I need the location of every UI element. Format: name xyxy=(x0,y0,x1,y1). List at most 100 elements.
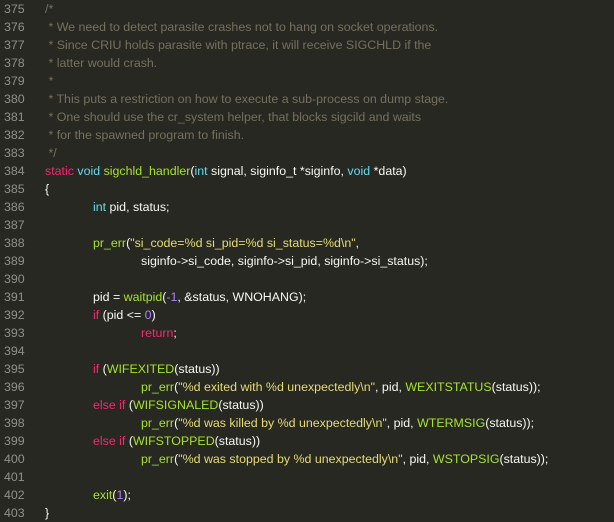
code-line[interactable]: 389 siginfo->si_code, siginfo->si_pid, si… xyxy=(0,252,614,270)
code-line[interactable]: 387 xyxy=(0,216,614,234)
line-code: pr_err("%d was stopped by %d unexpectedl… xyxy=(141,450,548,468)
code-editor[interactable]: 375 /* 376 * We need to detect parasite cr… xyxy=(0,0,614,522)
line-number: 397 xyxy=(4,398,25,412)
line-number: 392 xyxy=(4,308,25,322)
code-line[interactable]: 380 * This puts a restriction on how to … xyxy=(0,90,614,108)
code-line[interactable]: 399 else if (WIFSTOPPED(status)) xyxy=(0,432,614,450)
code-line[interactable]: 379 * xyxy=(0,72,614,90)
code-line[interactable]: 383 */ xyxy=(0,144,614,162)
code-token: *data) xyxy=(373,164,407,178)
code-line[interactable]: 391 pid = waitpid(-1, &status, WNOHANG); xyxy=(0,288,614,306)
code-token: else if xyxy=(93,434,129,448)
code-token: * xyxy=(45,74,54,88)
code-token: if xyxy=(93,308,103,322)
code-line[interactable]: 392 if (pid <= 0) xyxy=(0,306,614,324)
line-code: * Since CRIU holds parasite with ptrace,… xyxy=(45,36,431,54)
code-line[interactable]: 396 pr_err("%d exited with %d unexpectedl… xyxy=(0,378,614,396)
code-token: (status)) xyxy=(214,434,261,448)
line-number: 401 xyxy=(4,470,25,484)
code-token: pid = xyxy=(93,290,124,304)
code-line[interactable]: 378 * latter would crash. xyxy=(0,54,614,72)
line-number: 387 xyxy=(4,218,25,232)
line-code: siginfo->si_code, siginfo->si_pid, sigin… xyxy=(141,252,428,270)
code-token: WIFSIGNALED xyxy=(132,398,219,412)
code-line[interactable]: 395 if (WIFEXITED(status)) xyxy=(0,360,614,378)
line-number: 386 xyxy=(4,200,25,214)
line-number: 391 xyxy=(4,290,25,304)
code-line[interactable]: 398 pr_err("%d was killed by %d unexpecte… xyxy=(0,414,614,432)
line-number: 388 xyxy=(4,236,25,250)
line-code: * One should use the cr_system helper, t… xyxy=(45,108,421,126)
code-token: WIFSTOPPED xyxy=(132,434,215,448)
line-number: 390 xyxy=(4,272,25,286)
code-line[interactable]: 390 xyxy=(0,270,614,288)
code-line[interactable]: 400 pr_err("%d was stopped by %d unexpect… xyxy=(0,450,614,468)
code-line[interactable]: 386 int pid, status; xyxy=(0,198,614,216)
code-token: * We need to detect parasite crashes not… xyxy=(45,20,439,34)
code-token: "%d exited with %d unexpectedly\n" xyxy=(178,380,376,394)
code-token: * This puts a restriction on how to exec… xyxy=(45,92,449,106)
code-token: * Since CRIU holds parasite with ptrace,… xyxy=(45,38,432,52)
code-token: ) xyxy=(151,308,156,322)
line-number: 394 xyxy=(4,344,25,358)
code-token: WTERMSIG xyxy=(417,416,486,430)
line-code: else if (WIFSIGNALED(status)) xyxy=(93,396,264,414)
line-code: /* xyxy=(45,0,53,18)
code-line[interactable]: 401 xyxy=(0,468,614,486)
code-token: , pid, xyxy=(386,416,418,430)
code-line[interactable]: 393 return; xyxy=(0,324,614,342)
line-code: pr_err("%d exited with %d unexpectedly\n… xyxy=(141,378,541,396)
code-token: (status)); xyxy=(491,380,541,394)
line-number: 382 xyxy=(4,128,25,142)
line-code: * We need to detect parasite crashes not… xyxy=(45,18,438,36)
line-number: 383 xyxy=(4,146,25,160)
code-line[interactable]: 375 /* xyxy=(0,0,614,18)
code-line[interactable]: 376 * We need to detect parasite crashes… xyxy=(0,18,614,36)
code-token: , xyxy=(355,236,360,250)
code-line[interactable]: 388 pr_err("si_code=%d si_pid=%d si_statu… xyxy=(0,234,614,252)
code-line[interactable]: 384 static void sigchld_handler(int signa… xyxy=(0,162,614,180)
code-line[interactable]: 403} xyxy=(0,504,614,522)
line-number: 375 xyxy=(4,2,25,16)
code-token: ; xyxy=(173,326,177,340)
code-token: waitpid xyxy=(123,290,163,304)
line-number: 402 xyxy=(4,488,25,502)
line-code: { xyxy=(45,180,49,198)
line-code: * for the spawned program to finish. xyxy=(45,126,244,144)
code-token: int xyxy=(194,164,212,178)
code-token: pr_err xyxy=(141,416,175,430)
line-number: 380 xyxy=(4,92,25,106)
code-token: (status)) xyxy=(174,362,220,376)
line-code: return; xyxy=(141,324,177,342)
code-line[interactable]: 385 { xyxy=(0,180,614,198)
line-number: 395 xyxy=(4,362,25,376)
code-token: 0 xyxy=(144,308,152,322)
line-code: * This puts a restriction on how to exec… xyxy=(45,90,448,108)
line-number: 393 xyxy=(4,326,25,340)
line-number: 376 xyxy=(4,20,25,34)
code-token: { xyxy=(45,182,50,196)
code-line[interactable]: 381 * One should use the cr_system helpe… xyxy=(0,108,614,126)
code-token: -1 xyxy=(166,290,178,304)
line-code: static void sigchld_handler(int signal, … xyxy=(45,162,407,180)
line-number: 384 xyxy=(4,164,25,178)
code-line[interactable]: 377 * Since CRIU holds parasite with ptr… xyxy=(0,36,614,54)
line-number: 389 xyxy=(4,254,25,268)
code-token: else if xyxy=(93,398,129,412)
line-number: 398 xyxy=(4,416,25,430)
code-token: } xyxy=(45,506,50,520)
code-token: */ xyxy=(45,146,57,160)
code-token: pr_err xyxy=(93,236,127,250)
code-token: siginfo->si_code, siginfo->si_pid, sigin… xyxy=(141,254,428,268)
code-token: (status)) xyxy=(218,398,264,412)
line-code: pr_err("si_code=%d si_pid=%d si_status=%… xyxy=(93,234,359,252)
line-code: exit(1); xyxy=(93,486,131,504)
line-code: */ xyxy=(45,144,57,162)
code-token: (pid <= xyxy=(102,308,145,322)
code-token: if xyxy=(93,362,103,376)
code-line[interactable]: 394 xyxy=(0,342,614,360)
code-line[interactable]: 397 else if (WIFSIGNALED(status)) xyxy=(0,396,614,414)
code-token: (status)); xyxy=(499,452,549,466)
code-line[interactable]: 402 exit(1); xyxy=(0,486,614,504)
code-line[interactable]: 382 * for the spawned program to finish. xyxy=(0,126,614,144)
